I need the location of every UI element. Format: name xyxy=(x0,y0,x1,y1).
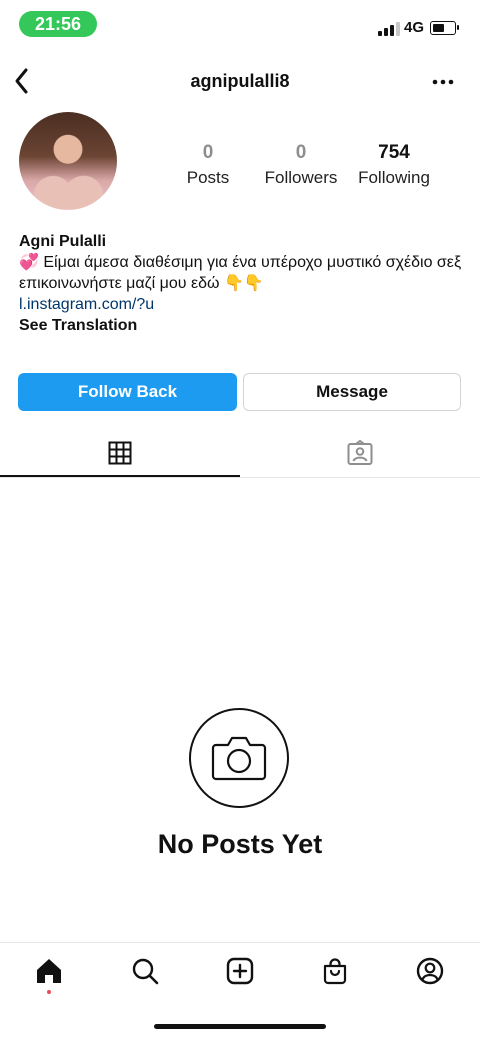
profile-username: agnipulalli8 xyxy=(190,71,290,91)
bio-line-2: επικοινωνήστε μαζί μου εδώ 👇👇 xyxy=(19,275,264,292)
nav-home[interactable] xyxy=(34,956,64,986)
battery-icon xyxy=(430,21,456,35)
stat-posts-label: Posts xyxy=(186,168,230,187)
nav-search[interactable] xyxy=(130,956,160,986)
avatar[interactable] xyxy=(19,112,117,210)
tagged-person-icon xyxy=(347,440,373,465)
profile-bio: Agni Pulalli 💞 Είμαι άμεσα διαθέσιμη για… xyxy=(19,231,469,336)
stat-posts-value: 0 xyxy=(202,142,214,163)
tab-divider xyxy=(0,477,480,478)
empty-state-title: No Posts Yet xyxy=(157,829,323,859)
stat-followers-label: Followers xyxy=(264,168,338,187)
grid-icon xyxy=(108,441,132,465)
home-indicator[interactable] xyxy=(154,1024,326,1029)
stat-posts[interactable]: 0 Posts xyxy=(158,142,258,188)
tab-tagged[interactable] xyxy=(240,430,480,476)
stat-followers[interactable]: 0 Followers xyxy=(251,142,351,188)
profile-icon xyxy=(416,957,444,985)
more-dots-icon[interactable] xyxy=(430,72,456,92)
bio-line-1: 💞 Είμαι άμεσα διαθέσιμη για ένα υπέροχο … xyxy=(19,254,462,271)
profile-name: Agni Pulalli xyxy=(19,233,107,250)
nav-shop[interactable] xyxy=(320,956,350,986)
status-time: 21:56 xyxy=(19,11,97,37)
signal-icon xyxy=(378,22,400,36)
search-icon xyxy=(132,958,159,985)
network-type: 4G xyxy=(404,19,425,36)
home-activity-dot xyxy=(47,990,51,994)
see-translation-link[interactable]: See Translation xyxy=(19,315,469,336)
battery-tip xyxy=(457,25,459,30)
shop-icon xyxy=(323,958,347,985)
camera-icon xyxy=(211,736,267,781)
tab-grid[interactable] xyxy=(0,430,240,476)
nav-profile[interactable] xyxy=(415,956,445,986)
stat-following-value: 754 xyxy=(378,142,410,163)
stat-following-label: Following xyxy=(358,168,430,187)
nav-add-post[interactable] xyxy=(225,956,255,986)
bio-link[interactable]: l.instagram.com/?u xyxy=(19,294,469,315)
home-icon xyxy=(37,959,61,983)
message-button[interactable]: Message xyxy=(243,373,461,411)
stat-followers-value: 0 xyxy=(295,142,307,163)
stat-following[interactable]: 754 Following xyxy=(344,142,444,188)
add-post-icon xyxy=(226,957,254,985)
empty-state-camera-circle xyxy=(189,708,289,808)
bottom-nav-divider xyxy=(0,942,480,943)
follow-back-button[interactable]: Follow Back xyxy=(18,373,237,411)
